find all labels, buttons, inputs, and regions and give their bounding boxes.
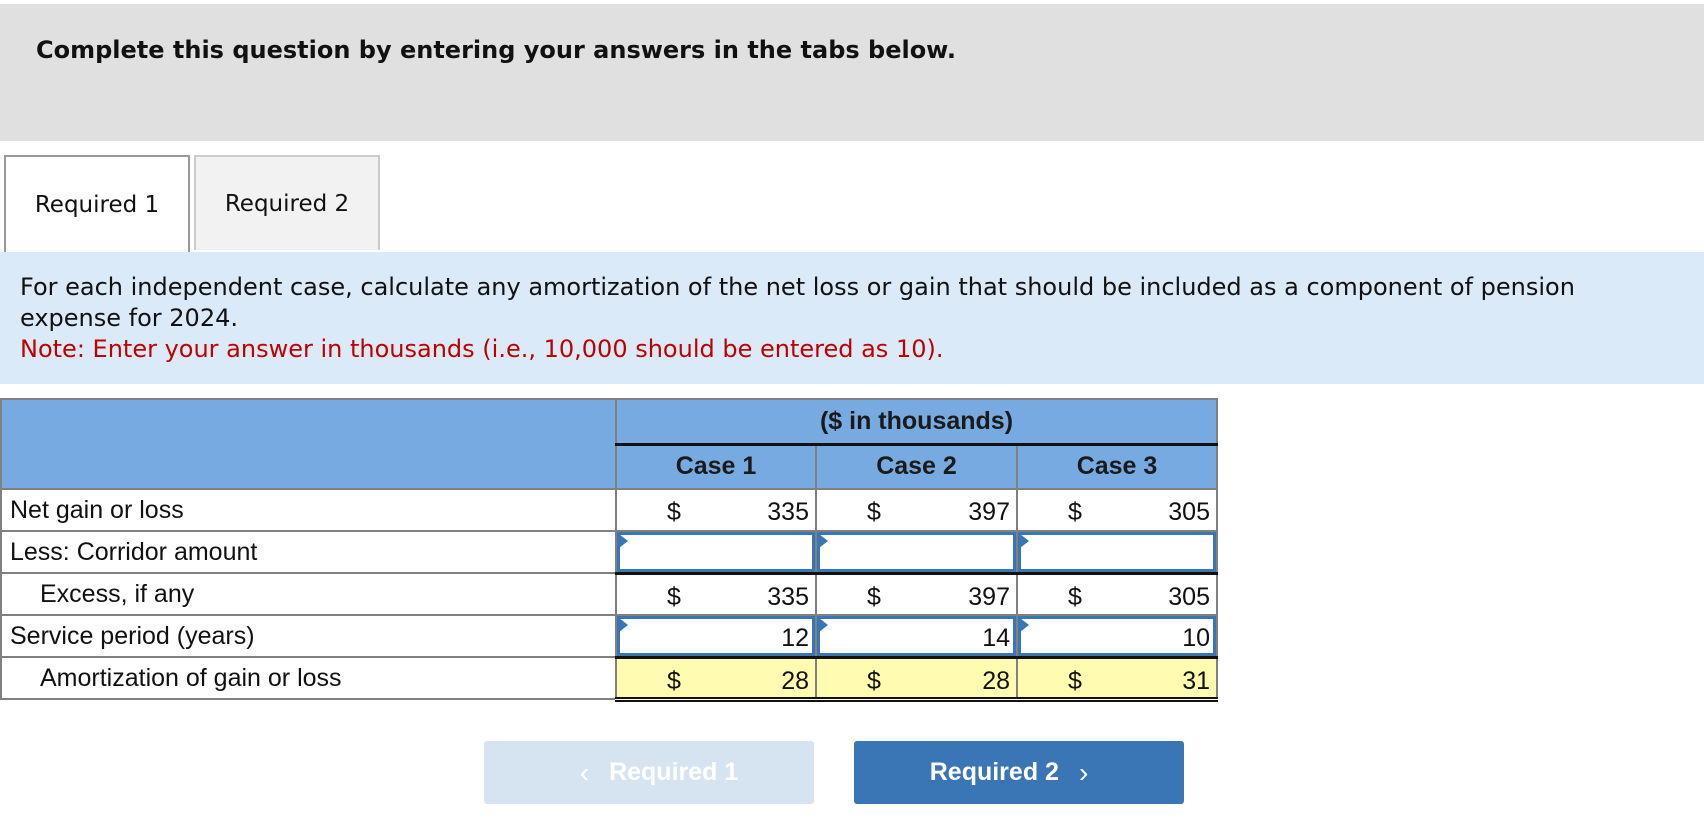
row-label: Net gain or loss (0, 488, 617, 532)
value: 335 (767, 498, 809, 526)
currency: $ (867, 582, 881, 611)
question-note: Note: Enter your answer in thousands (i.… (20, 335, 944, 363)
service-input-case-2[interactable]: 14 (815, 614, 1018, 658)
instruction-banner: Complete this question by entering your … (0, 4, 1704, 141)
currency: $ (667, 666, 681, 695)
currency: $ (1068, 582, 1082, 611)
service-input-case-1[interactable]: 12 (615, 614, 817, 658)
row-label: Amortization of gain or loss (0, 656, 617, 700)
currency: $ (1068, 666, 1082, 695)
header-blank (0, 398, 617, 490)
service-input-case-3[interactable]: 10 (1016, 614, 1218, 658)
instruction-text: Complete this question by entering your … (36, 36, 956, 64)
chevron-left-icon: ‹ (579, 756, 590, 788)
corridor-input-case-2[interactable] (815, 530, 1018, 574)
value: 397 (968, 498, 1010, 526)
corridor-input-case-1[interactable] (615, 530, 817, 574)
corridor-input-case-3[interactable] (1016, 530, 1218, 574)
table-row: Amortization of gain or loss $28 $28 $31 (0, 655, 1218, 702)
prev-button-label: Required 1 (609, 758, 739, 786)
amortization-table: ($ in thousands) Case 1 Case 2 Case 3 Ne… (0, 398, 1218, 702)
next-button[interactable]: Required 2 › (854, 741, 1184, 804)
currency: $ (667, 498, 681, 526)
tab-bar: Required 1 Required 2 (0, 155, 1704, 254)
chevron-right-icon: › (1078, 756, 1089, 788)
row-label: Less: Corridor amount (0, 530, 617, 574)
next-button-label: Required 2 (929, 758, 1059, 786)
row-label: Excess, if any (0, 572, 617, 616)
table-row: Less: Corridor amount (0, 530, 1218, 574)
value: 397 (968, 582, 1010, 611)
row-label: Service period (years) (0, 614, 617, 658)
table-row: Service period (years) 12 14 10 (0, 614, 1218, 658)
value: 305 (1168, 498, 1210, 526)
currency: $ (667, 582, 681, 611)
col-case-3: Case 3 (1016, 443, 1218, 490)
tab-required-1[interactable]: Required 1 (4, 155, 190, 252)
currency: $ (867, 666, 881, 695)
value: 305 (1168, 582, 1210, 611)
prev-button[interactable]: ‹ Required 1 (484, 741, 814, 804)
currency: $ (867, 498, 881, 526)
col-case-1: Case 1 (615, 443, 817, 490)
value: 28 (982, 666, 1010, 695)
value: 31 (1182, 666, 1210, 695)
units-header: ($ in thousands) (615, 398, 1218, 446)
value: 335 (767, 582, 809, 611)
table-row: Net gain or loss $335 $397 $305 (0, 488, 1218, 532)
table-row: Excess, if any $335 $397 $305 (0, 571, 1218, 616)
col-case-2: Case 2 (815, 443, 1018, 490)
question-text: For each independent case, calculate any… (20, 273, 1575, 332)
value: 28 (781, 666, 809, 695)
currency: $ (1068, 498, 1082, 526)
question-info: For each independent case, calculate any… (0, 252, 1704, 384)
tab-required-2[interactable]: Required 2 (194, 155, 380, 250)
